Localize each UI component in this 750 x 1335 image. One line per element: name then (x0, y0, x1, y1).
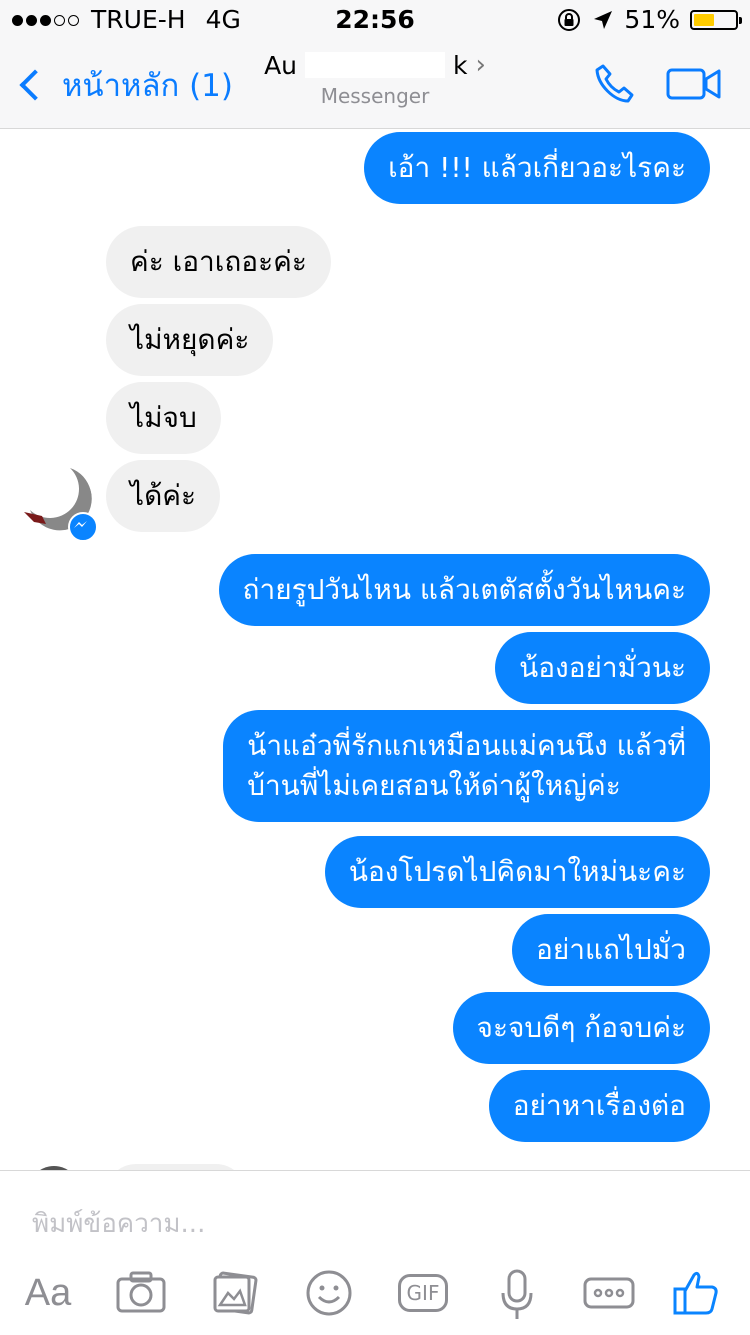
emoji-icon[interactable] (304, 1263, 354, 1323)
composer: พิมพ์ข้อความ... Aa GIF (0, 1170, 750, 1335)
incoming-message[interactable]: ไม่จบ (106, 382, 221, 454)
incoming-message[interactable]: ได้ค่ะ (106, 460, 221, 532)
contact-name: Au k › (264, 50, 486, 80)
message-text-line: บ้านพี่ไม่เคยสอนให้ด่าผู้ใหญ่ค่ะ (247, 769, 621, 802)
gif-icon[interactable]: GIF (396, 1263, 450, 1323)
message-text: ถ่ายรูปวันไหน แล้วเตตัสตั้งวันไหนคะ (242, 573, 686, 606)
message-text: ไม่จบ (130, 401, 197, 434)
nav-bar: หน้าหลัก (1) Au k › Messenger (0, 40, 750, 129)
camera-icon[interactable] (116, 1263, 166, 1323)
message-text: ค่ะ เอาเถอะค่ะ (130, 245, 307, 278)
message-text: ได้ค่ะ (130, 479, 197, 512)
status-right: 51% (556, 0, 742, 40)
message-text: ไม่หยุดค่ะ (130, 323, 250, 356)
battery-level (694, 14, 714, 26)
thumbs-up-icon[interactable] (672, 1263, 720, 1323)
incoming-message[interactable]: ค่ะ เอาเถอะค่ะ (106, 226, 331, 298)
text-format-icon[interactable]: Aa (18, 1263, 78, 1323)
gif-label: GIF (397, 1274, 449, 1312)
outgoing-message[interactable]: น้องโปรดไปคิดมาใหม่นะคะ (324, 836, 710, 908)
message-text-line: น้าแอ๋วพี่รักแกเหมือนแม่คนนึง แล้วที่ (247, 729, 686, 762)
message-text: น้องโปรดไปคิดมาใหม่นะคะ (348, 855, 686, 888)
message-text: อย่าแถไปมั่ว (536, 933, 686, 966)
battery-percent: 51% (624, 5, 680, 34)
outgoing-message[interactable]: อย่าหาเรื่องต่อ (488, 1070, 710, 1142)
incoming-message[interactable]: ไม่หยุดค่ะ (106, 304, 274, 376)
outgoing-message[interactable]: เอ้า !!! แล้วเกี่ยวอะไรคะ (364, 132, 710, 204)
composer-toolbar: Aa GIF (0, 1263, 750, 1323)
phone-call-button[interactable] (590, 60, 638, 108)
message-text: น้องอย่ามั่วนะ (519, 651, 686, 684)
location-arrow-icon (594, 11, 613, 29)
outgoing-message[interactable]: น้องอย่ามั่วนะ (495, 632, 710, 704)
message-input[interactable]: พิมพ์ข้อความ... (32, 1203, 205, 1244)
outgoing-message[interactable]: อย่าแถไปมั่ว (512, 914, 710, 986)
video-call-button[interactable] (666, 62, 722, 106)
contact-name-start: Au (264, 50, 298, 80)
photo-gallery-icon[interactable] (212, 1263, 260, 1323)
message-thread[interactable]: เอ้า !!! แล้วเกี่ยวอะไรคะ ค่ะ เอาเถอะค่ะ… (0, 128, 750, 1170)
redacted-name-mask (305, 52, 446, 78)
orientation-lock-icon (558, 9, 581, 31)
status-bar: TRUE-H 4G 22:56 51% (0, 0, 750, 40)
more-icon[interactable] (582, 1263, 636, 1323)
microphone-icon[interactable] (500, 1263, 534, 1323)
battery-icon (690, 10, 742, 30)
message-text: เอ้า !!! แล้วเกี่ยวอะไรคะ (388, 151, 686, 184)
outgoing-message[interactable]: จะจบดีๆ ก้อจบค่ะ (452, 992, 710, 1064)
chevron-right-icon: › (475, 50, 486, 80)
outgoing-message[interactable]: น้าแอ๋วพี่รักแกเหมือนแม่คนนึง แล้วที่ บ้… (223, 710, 710, 822)
messenger-badge-icon (68, 512, 98, 542)
message-text: อย่าหาเรื่องต่อ (512, 1089, 686, 1122)
outgoing-message[interactable]: ถ่ายรูปวันไหน แล้วเตตัสตั้งวันไหนคะ (218, 554, 710, 626)
message-text: จะจบดีๆ ก้อจบค่ะ (476, 1011, 686, 1044)
contact-name-end: k (453, 50, 468, 80)
